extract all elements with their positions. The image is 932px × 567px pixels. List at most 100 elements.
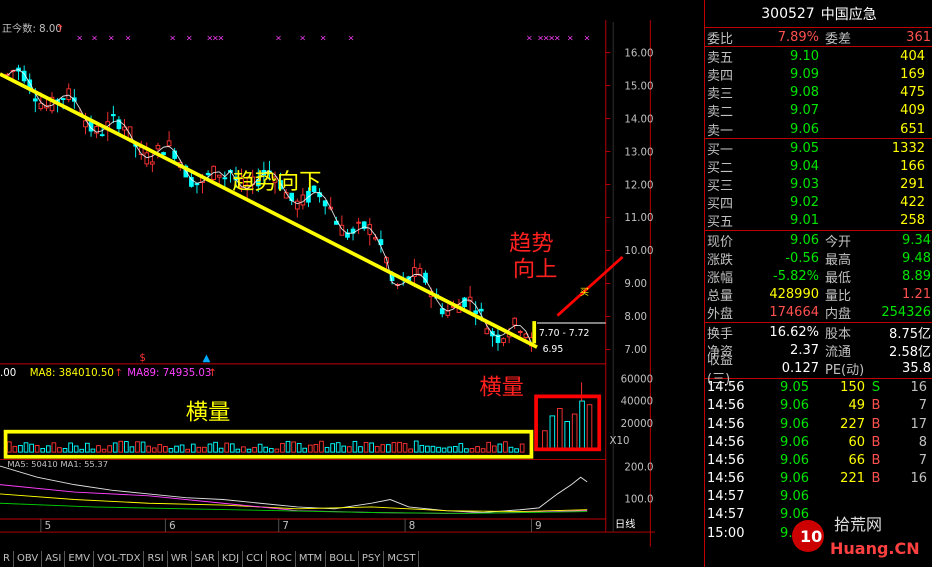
volume-bar xyxy=(369,442,374,453)
volume-bar xyxy=(408,448,413,453)
price-range-label: 7.70 - 7.72 xyxy=(539,328,590,339)
indicator-tab-obv[interactable]: OBV xyxy=(14,551,43,567)
indicator-tab-mcst[interactable]: MCST xyxy=(384,551,420,567)
price-tick: 16.00 xyxy=(624,48,653,59)
ask-book: 卖五 9.10 404 卖四 9.09 169 卖三 9.08 475 卖二 9.07 409 卖一 9.… xyxy=(705,47,932,140)
book-volume: 1332 xyxy=(891,140,925,156)
price-tick: 12.00 xyxy=(624,180,653,191)
book-price: 9.07 xyxy=(790,103,819,119)
signal-marker: × xyxy=(299,33,306,43)
stat-label-2: 流通 xyxy=(825,344,852,360)
annotation-trend-up-1: 趋势 xyxy=(509,231,554,257)
stat-row: 涨幅 -5.82% 最低 8.89 xyxy=(705,267,932,287)
indicator-tick: 200.0 xyxy=(624,463,653,474)
tick-count: 16 xyxy=(910,380,927,396)
candle-body xyxy=(216,174,222,178)
price-tick: 11.00 xyxy=(624,213,653,224)
book-price: 9.08 xyxy=(790,85,819,101)
candle-body xyxy=(222,177,228,180)
volume-bar xyxy=(257,443,263,453)
order-book-row[interactable]: 买五 9.01 258 xyxy=(705,212,932,230)
volume-bar xyxy=(112,442,118,453)
volume-bar xyxy=(285,440,291,453)
indicator-tab-mtm[interactable]: MTM xyxy=(296,551,327,567)
volume-bar xyxy=(549,415,556,450)
tick-time: 14:56 xyxy=(707,434,745,450)
volume-bar xyxy=(542,430,548,450)
tick-row: 14:56 9.06 60 B 8 xyxy=(705,433,932,451)
watermark-line2: Huang.CN xyxy=(830,539,920,558)
volume-bar xyxy=(380,444,386,453)
indicator-tab-vol-tdx[interactable]: VOL-TDX xyxy=(94,551,145,567)
order-book-row[interactable]: 买三 9.03 291 xyxy=(705,176,932,194)
annotation-trend-up-2: 向上 xyxy=(513,257,558,283)
price-tick: 7.00 xyxy=(624,345,647,356)
stat-label: 涨幅 xyxy=(707,271,734,287)
signal-marker: × xyxy=(320,33,327,43)
indicator-tab-emv[interactable]: EMV xyxy=(65,551,95,567)
tick-price: 9.05 xyxy=(780,380,809,396)
sell-signal-icon: $ xyxy=(139,353,146,364)
price-tick: 13.00 xyxy=(624,147,653,158)
volume-bar xyxy=(235,448,241,453)
book-price: 9.05 xyxy=(790,140,819,156)
indicator-tab-r[interactable]: R xyxy=(0,551,14,567)
order-book-row[interactable]: 卖三 9.08 475 xyxy=(705,84,932,102)
volume-bar xyxy=(296,442,302,453)
book-volume: 475 xyxy=(900,85,925,101)
order-book-row[interactable]: 买四 9.02 422 xyxy=(705,194,932,212)
buy-label: 买 xyxy=(580,287,589,298)
order-book-row[interactable]: 买二 9.04 166 xyxy=(705,157,932,176)
volume-tick: 40000 xyxy=(621,397,653,408)
indicator-tab-cci[interactable]: CCI xyxy=(243,551,267,567)
stat-value: 0.127 xyxy=(781,360,819,376)
indicator-tab-sar[interactable]: SAR xyxy=(192,551,219,567)
candle-body xyxy=(60,98,66,100)
indicator-tab-kdj[interactable]: KDJ xyxy=(219,551,244,567)
volume-bar xyxy=(556,407,563,450)
order-book-row[interactable]: 卖一 9.06 651 xyxy=(705,120,932,139)
volume-bar xyxy=(252,446,257,453)
volume-bar xyxy=(419,444,425,453)
volume-bar xyxy=(452,446,458,453)
indicator-tab-boll[interactable]: BOLL xyxy=(326,551,359,567)
order-book-row[interactable]: 卖二 9.07 409 xyxy=(705,102,932,120)
book-price: 9.01 xyxy=(790,213,819,229)
order-book-row[interactable]: 卖四 9.09 169 xyxy=(705,65,932,84)
order-book-row[interactable]: 买一 9.05 1332 xyxy=(705,139,932,158)
volume-bar xyxy=(330,443,335,453)
volume-bar xyxy=(358,446,363,453)
indicator-tab-roc[interactable]: ROC xyxy=(267,551,296,567)
month-tick: 8 xyxy=(409,521,416,532)
book-price: 9.10 xyxy=(790,48,819,64)
signal-marker: × xyxy=(108,33,115,43)
price-tick: 10.00 xyxy=(624,246,653,257)
kline-chart[interactable]: 正今数: 8.00 ↑ × × × × × × ××× × × × × × ×××× × × 16.0015… xyxy=(0,0,655,567)
tick-count: 7 xyxy=(918,398,927,414)
indicator-tab-asi[interactable]: ASI xyxy=(42,551,66,567)
stat-row: 换手 16.62% 股本 8.75亿 xyxy=(705,323,932,342)
candle-body xyxy=(99,134,105,137)
volume-bar xyxy=(18,444,23,453)
stat-value: 9.06 xyxy=(790,232,819,248)
stat-value-2: 9.48 xyxy=(902,250,931,266)
price-tick: 15.00 xyxy=(624,81,653,92)
stat-label-2: 内盘 xyxy=(825,307,852,323)
indicator-tab-rsi[interactable]: RSI xyxy=(144,551,168,567)
volume-tick: 20000 xyxy=(621,419,653,430)
book-volume: 166 xyxy=(900,158,925,174)
period-label[interactable]: 日线 xyxy=(615,517,635,530)
volume-bar xyxy=(352,440,358,453)
volume-bar xyxy=(475,446,480,453)
indicator-tab-wr[interactable]: WR xyxy=(168,551,192,567)
volume-bar xyxy=(151,447,157,453)
volume-bar xyxy=(586,404,593,450)
volume-bar xyxy=(29,443,34,453)
book-level-label: 买二 xyxy=(707,160,734,176)
candle-body xyxy=(439,308,445,315)
volume-bar xyxy=(374,445,380,453)
volume-bar xyxy=(441,447,447,453)
signal-marker: × xyxy=(217,33,224,43)
indicator-tab-psy[interactable]: PSY xyxy=(359,551,385,567)
order-book-row[interactable]: 卖五 9.10 404 xyxy=(705,47,932,66)
